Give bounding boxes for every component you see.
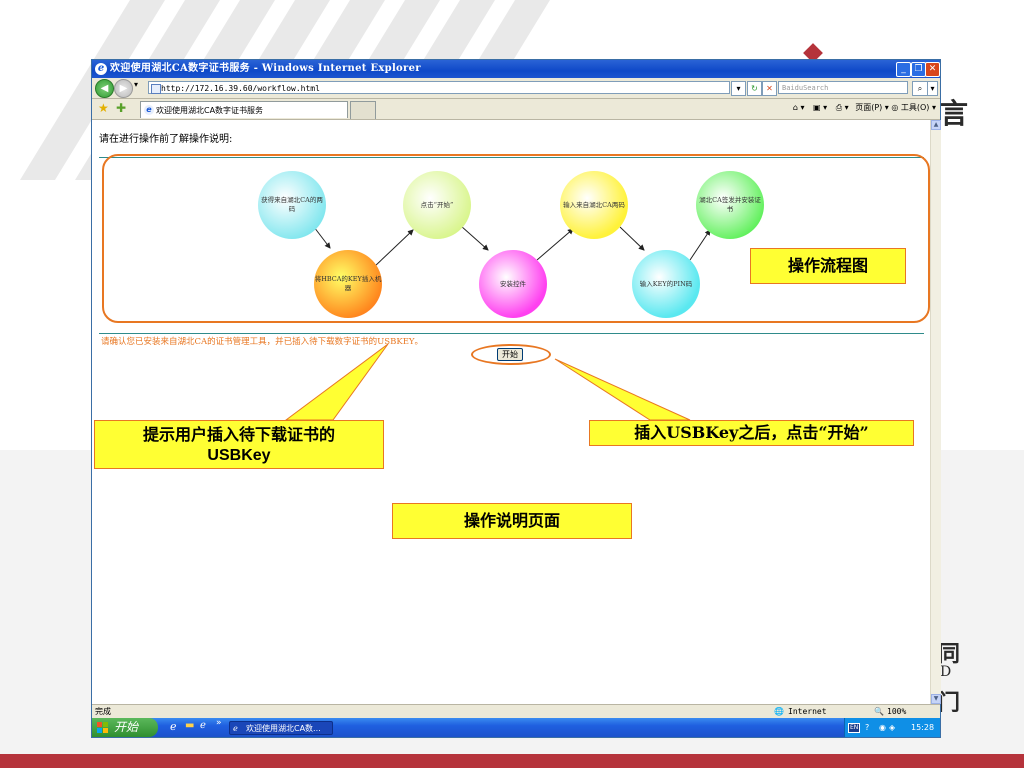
scroll-down-icon[interactable]: ▼ <box>931 694 941 704</box>
url-dropdown-icon[interactable]: ▾ <box>731 81 746 96</box>
callout-insert-usbkey-line2: USBKey <box>207 447 271 464</box>
ime-icon[interactable]: EN <box>848 723 861 733</box>
close-button[interactable]: ✕ <box>925 62 940 77</box>
quicklaunch-folder-icon[interactable]: ▬ <box>185 720 194 731</box>
search-options-icon[interactable]: ▾ <box>927 81 938 96</box>
command-bar-menus[interactable]: 页面(P) ▾ ◎ 工具(O) ▾ <box>855 103 936 112</box>
globe-icon: 🌐 <box>774 707 784 716</box>
home-icon[interactable]: ⌂ ▾ <box>793 103 805 112</box>
network-icon[interactable]: ◉ <box>879 718 886 737</box>
search-input[interactable]: BaiduSearch <box>778 81 908 94</box>
title-bar: e 欢迎使用湖北CA数字证书服务 - Windows Internet Expl… <box>92 60 940 78</box>
search-icon[interactable]: ⌕ <box>912 81 928 96</box>
usbkey-notice: 请确认您已安装来自湖北CA的证书管理工具，并已插入待下载数字证书的USBKEY。 <box>101 337 424 347</box>
print-icon[interactable]: ⎙ ▾ <box>836 103 849 112</box>
forward-button[interactable]: ▶ <box>114 79 133 98</box>
favorites-star-icon[interactable]: ★ <box>98 101 109 115</box>
task-ie-icon: ℯ <box>233 724 238 733</box>
callout-click-start: 插入USBKey之后，点击“开始” <box>589 420 914 446</box>
tab-ie-icon: e <box>144 105 154 115</box>
zoom-icon[interactable]: 🔍 <box>874 705 884 719</box>
browser-window: e 欢迎使用湖北CA数字证书服务 - Windows Internet Expl… <box>91 59 941 738</box>
flow-step-7: 湖北CA签发并安装证书 <box>696 171 764 239</box>
flow-step-3: 点击“开始” <box>403 171 471 239</box>
slide-deco-glyph-3: 门 <box>938 690 961 716</box>
system-tray: EN ? ◉ ◈ 15:28 <box>844 718 940 737</box>
status-bar: 完成 🌐 Internet 🔍 100% <box>92 704 940 719</box>
ie-logo-icon: e <box>95 63 107 75</box>
slide-deco-glyph: 言 <box>940 97 969 130</box>
refresh-icon[interactable]: ↻ <box>747 81 762 96</box>
url-text: http://172.16.39.60/workflow.html <box>161 84 320 93</box>
search-placeholder: BaiduSearch <box>782 84 829 92</box>
vertical-scrollbar[interactable]: ▲ ▼ <box>930 120 941 704</box>
task-item-label: 欢迎使用湖北CA数... <box>246 724 321 733</box>
scroll-up-icon[interactable]: ▲ <box>931 120 941 130</box>
minimize-button[interactable]: _ <box>896 62 911 77</box>
quicklaunch-browser-icon[interactable]: ℯ <box>200 720 206 731</box>
page-content: 请在进行操作前了解操作说明: 获得来自湖北CA的两码 将HBCA的KEY插入机器… <box>92 120 930 704</box>
callout-flow-chart: 操作流程图 <box>750 248 906 284</box>
tab-label: 欢迎使用湖北CA数字证书服务 <box>156 106 264 115</box>
slide-bottom-bar <box>0 754 1024 768</box>
callout-insert-usbkey-line1: 提示用户插入待下载证书的 <box>142 425 335 444</box>
flow-step-5: 输入来自湖北CA两码 <box>560 171 628 239</box>
status-text: 完成 <box>95 707 111 716</box>
start-label: 开始 <box>114 720 139 734</box>
tab-bar: ★ ✚ e 欢迎使用湖北CA数字证书服务 ⌂ ▾ ▣ ▾ ⎙ ▾ 页面(P) ▾… <box>92 99 940 120</box>
windows-start-button[interactable]: 开始 <box>92 718 158 737</box>
add-favorite-icon[interactable]: ✚ <box>116 101 126 115</box>
windows-flag-icon <box>97 722 108 733</box>
start-button-highlight <box>471 344 551 365</box>
taskbar: 开始 ℯ ▬ ℯ » ℯ 欢迎使用湖北CA数... EN ? ◉ ◈ 15:28 <box>92 718 940 737</box>
help-icon[interactable]: ? <box>865 718 869 737</box>
stop-icon[interactable]: ✕ <box>762 81 777 96</box>
divider-bottom <box>99 333 924 334</box>
zoom-level[interactable]: 100% <box>887 705 906 719</box>
instruction-text: 请在进行操作前了解操作说明: <box>99 134 233 145</box>
history-dropdown-icon[interactable]: ▾ <box>134 80 138 89</box>
new-tab-button[interactable] <box>350 101 376 119</box>
callout-page-description: 操作说明页面 <box>392 503 632 539</box>
flow-step-2: 将HBCA的KEY插入机器 <box>314 250 382 318</box>
volume-icon[interactable]: ◈ <box>889 718 895 737</box>
slide-deco-letter: D <box>940 664 952 680</box>
callout-insert-usbkey: 提示用户插入待下载证书的 USBKey <box>94 420 384 469</box>
tab-current[interactable]: e 欢迎使用湖北CA数字证书服务 <box>140 101 348 118</box>
page-icon <box>151 84 161 94</box>
quicklaunch-more-icon[interactable]: » <box>216 718 222 728</box>
flow-step-6: 输入KEY的PIN码 <box>632 250 700 318</box>
maximize-button[interactable]: ❐ <box>911 62 926 77</box>
command-bar: ⌂ ▾ ▣ ▾ ⎙ ▾ 页面(P) ▾ ◎ 工具(O) ▾ <box>793 102 936 113</box>
quicklaunch-ie-icon[interactable]: ℯ <box>170 720 177 733</box>
flow-step-1: 获得来自湖北CA的两码 <box>258 171 326 239</box>
flow-step-4: 安装控件 <box>479 250 547 318</box>
security-zone: Internet <box>788 707 827 716</box>
taskbar-ie-window[interactable]: ℯ 欢迎使用湖北CA数... <box>229 721 333 735</box>
address-bar: ◀ ▶ ▾ http://172.16.39.60/workflow.html … <box>92 78 940 99</box>
feeds-icon[interactable]: ▣ ▾ <box>813 103 827 112</box>
url-input[interactable]: http://172.16.39.60/workflow.html <box>148 81 730 94</box>
clock[interactable]: 15:28 <box>911 718 934 737</box>
back-button[interactable]: ◀ <box>95 79 114 98</box>
window-title: 欢迎使用湖北CA数字证书服务 - Windows Internet Explor… <box>110 63 421 74</box>
